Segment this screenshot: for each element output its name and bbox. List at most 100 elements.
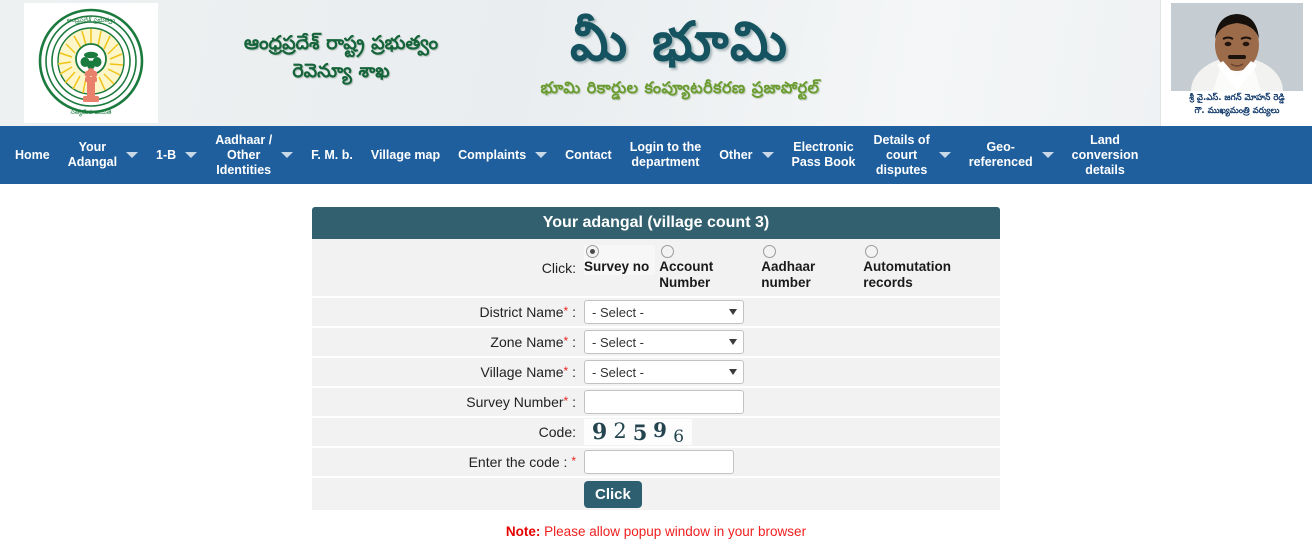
- zone-name-row: Zone Name* : - Select -: [312, 328, 1000, 359]
- zone-name-label-text: Zone Name: [490, 334, 564, 351]
- chevron-down-icon: [281, 152, 294, 158]
- chevron-down-icon: [938, 152, 951, 158]
- nav-item-electronic-pass-book[interactable]: Electronic Pass Book: [783, 126, 865, 184]
- note-prefix: Note:: [505, 524, 541, 540]
- nav-item-home[interactable]: Home: [6, 126, 59, 184]
- captcha-digit: 6: [673, 427, 685, 448]
- government-name-line1: ఆంధ్రప్రదేశ్ రాష్ట్ర ప్రభుత్వం: [243, 32, 439, 54]
- nav-item-label: Geo- referenced: [968, 140, 1033, 169]
- svg-text:ఆంధ్రప్రదేశ్ ప్రభుత్వం: ఆంధ్రప్రదేశ్ ప్రభుత్వం: [67, 16, 115, 25]
- required-asterisk: *: [571, 454, 576, 469]
- site-header-banner: ఆంధ్రప్రదేశ్ ప్రభుత్వం సత్యమేవ జయతే ఆంధ్…: [0, 0, 1312, 126]
- radio-option-survey-no[interactable]: Survey no: [584, 245, 656, 275]
- radio-button-icon[interactable]: [661, 245, 675, 258]
- survey-number-label: Survey Number* :: [466, 394, 576, 411]
- required-asterisk: *: [563, 394, 569, 409]
- chevron-down-icon: [729, 309, 737, 316]
- captcha-code-row: Code: 92596: [312, 418, 1000, 449]
- note-text: Please allow popup window in your browse…: [540, 524, 807, 540]
- nav-item-1-b[interactable]: 1-B: [147, 126, 206, 184]
- nav-item-contact[interactable]: Contact: [556, 126, 621, 184]
- nav-item-label: Login to the department: [629, 140, 702, 169]
- click-label: Click:: [541, 259, 576, 276]
- chevron-down-icon: [126, 152, 139, 158]
- village-name-label-text: Village Name: [480, 364, 564, 381]
- district-name-select[interactable]: - Select -: [584, 300, 744, 325]
- nav-item-label: Contact: [565, 147, 612, 162]
- adangal-search-panel: Your adangal (village count 3) Click: Su…: [312, 207, 1000, 513]
- code-label: Code:: [538, 424, 576, 441]
- state-emblem-container: ఆంధ్రప్రదేశ్ ప్రభుత్వం సత్యమేవ జయతే: [24, 3, 158, 123]
- district-name-row: District Name* : - Select -: [312, 298, 1000, 329]
- radio-option-account-number[interactable]: Account Number: [659, 245, 757, 290]
- captcha-digit: 5: [632, 420, 648, 446]
- nav-item-label: Your Adangal: [67, 140, 118, 169]
- chevron-down-icon: [185, 152, 198, 158]
- radio-button-icon[interactable]: [763, 245, 777, 258]
- nav-item-complaints[interactable]: Complaints: [449, 126, 556, 184]
- chief-minister-designation: గౌ. ముఖ్యమంత్రి వర్యులు: [1194, 105, 1280, 116]
- enter-code-input[interactable]: [584, 450, 734, 475]
- submit-row: Click: [312, 478, 1000, 513]
- nav-item-your-adangal[interactable]: Your Adangal: [59, 126, 147, 184]
- required-asterisk: *: [563, 304, 569, 319]
- nav-item-label: Village map: [370, 147, 441, 162]
- search-type-radio-group[interactable]: Survey no Account Number Aadhaar number Aut…: [584, 245, 989, 290]
- search-type-row: Click: Survey no Account Number Aadhaar nu…: [312, 239, 1000, 299]
- radio-option-label: Aadhaar number: [761, 259, 816, 290]
- zone-name-selected-value: - Select -: [592, 334, 645, 350]
- panel-title: Your adangal (village count 3): [312, 207, 1000, 239]
- government-name-line2: రెవెన్యూ శాఖ: [292, 59, 390, 82]
- nav-item-label: F. M. b.: [311, 147, 353, 162]
- village-name-select[interactable]: - Select -: [584, 360, 744, 385]
- nav-item-aadhaar-other-identities[interactable]: Aadhaar / Other Identities: [206, 126, 302, 184]
- popup-note: Note: Please allow popup window in your …: [312, 524, 1000, 539]
- portal-title-block: మీ భూమి భూమి రికార్డుల కంప్యూటరీకరణ ప్రజ…: [470, 8, 890, 101]
- nav-item-label: Complaints: [458, 147, 527, 162]
- nav-item-land-conversion-details[interactable]: Land conversion details: [1063, 126, 1148, 184]
- captcha-digit: 2: [613, 419, 627, 444]
- chief-minister-block: శ్రీ వై.ఎస్. జగన్ మోహన్ రెడ్డి గౌ. ముఖ్య…: [1160, 0, 1312, 126]
- government-name-telugu: ఆంధ్రప్రదేశ్ రాష్ట్ర ప్రభుత్వం రెవెన్యూ …: [196, 30, 486, 85]
- nav-item-login-to-the-department[interactable]: Login to the department: [621, 126, 711, 184]
- chief-minister-caption: శ్రీ వై.ఎస్. జగన్ మోహన్ రెడ్డి గౌ. ముఖ్య…: [1163, 92, 1311, 118]
- district-name-label-text: District Name: [479, 304, 564, 321]
- main-navigation[interactable]: Home Your Adangal 1-B Aadhaar / Other Ident…: [0, 126, 1312, 184]
- village-name-row: Village Name* : - Select -: [312, 358, 1000, 389]
- required-asterisk: *: [563, 364, 569, 379]
- portrait-illustration-icon: [1171, 3, 1303, 91]
- nav-item-village-map[interactable]: Village map: [362, 126, 449, 184]
- nav-item-label: 1-B: [156, 147, 177, 162]
- required-asterisk: *: [563, 334, 569, 349]
- nav-item-label: Details of court disputes: [873, 132, 930, 177]
- survey-number-row: Survey Number* :: [312, 388, 1000, 419]
- village-name-label: Village Name* :: [480, 364, 576, 381]
- portal-subtitle: భూమి రికార్డుల కంప్యూటరీకరణ ప్రజాపోర్టల్: [540, 77, 820, 97]
- radio-option-label: Automutation records: [863, 259, 952, 290]
- captcha-image: 92596: [584, 418, 693, 448]
- radio-option-automutation-records[interactable]: Automutation records: [863, 245, 989, 290]
- chief-minister-photo: [1171, 3, 1303, 91]
- radio-option-aadhaar-number[interactable]: Aadhaar number: [761, 245, 859, 290]
- radio-button-icon[interactable]: [586, 245, 599, 258]
- nav-item-f-m-b[interactable]: F. M. b.: [302, 126, 362, 184]
- chevron-down-icon: [729, 369, 737, 376]
- nav-item-label: Home: [15, 147, 50, 162]
- zone-name-select[interactable]: - Select -: [584, 330, 744, 355]
- nav-item-label: Electronic Pass Book: [791, 140, 856, 169]
- chief-minister-name: శ్రీ వై.ఎస్. జగన్ మోహన్ రెడ్డి: [1189, 93, 1285, 103]
- radio-button-icon[interactable]: [865, 245, 879, 258]
- captcha-digit: 9: [591, 418, 608, 446]
- chevron-down-icon: [761, 152, 774, 158]
- radio-option-label: Account Number: [659, 259, 714, 290]
- submit-click-button[interactable]: Click: [584, 480, 642, 508]
- zone-name-label: Zone Name* :: [490, 334, 576, 351]
- nav-item-other[interactable]: Other: [710, 126, 782, 184]
- survey-number-input[interactable]: [584, 390, 744, 415]
- page-content: Your adangal (village count 3) Click: Su…: [0, 184, 1312, 558]
- nav-item-details-of-court-disputes[interactable]: Details of court disputes: [864, 126, 959, 184]
- nav-item-geo-referenced[interactable]: Geo- referenced: [960, 126, 1063, 184]
- radio-option-label: Survey no: [584, 259, 650, 274]
- portal-title: మీ భూమి: [570, 10, 790, 73]
- andhra-pradesh-state-emblem-icon: ఆంధ్రప్రదేశ్ ప్రభుత్వం సత్యమేవ జయతే: [38, 8, 144, 117]
